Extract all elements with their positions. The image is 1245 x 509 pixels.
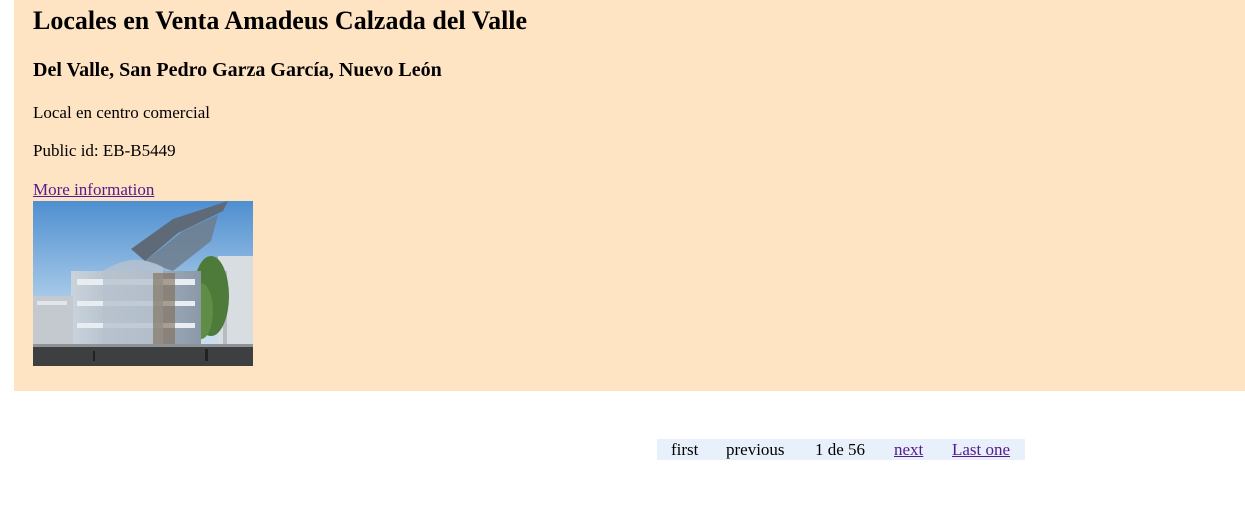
listing-type: Local en centro comercial xyxy=(33,103,210,122)
pagination-first: first xyxy=(671,440,699,459)
pagination-page-count: 1 de 56 xyxy=(815,440,866,459)
listing-photo xyxy=(33,201,253,366)
listing-title: Locales en Venta Amadeus Calzada del Val… xyxy=(33,6,528,35)
listing-public-id: Public id: EB-B5449 xyxy=(33,141,176,160)
pagination-bar: first previous 1 de 56 next Last one xyxy=(657,439,1025,460)
listing-location: Del Valle, San Pedro Garza García, Nuevo… xyxy=(33,59,442,81)
listing-card: Locales en Venta Amadeus Calzada del Val… xyxy=(14,0,1245,391)
pagination-next-link[interactable]: next xyxy=(894,439,923,460)
pagination-previous: previous xyxy=(726,440,785,459)
pagination-last-link[interactable]: Last one xyxy=(952,439,1010,460)
more-information-link[interactable]: More information xyxy=(33,180,154,200)
